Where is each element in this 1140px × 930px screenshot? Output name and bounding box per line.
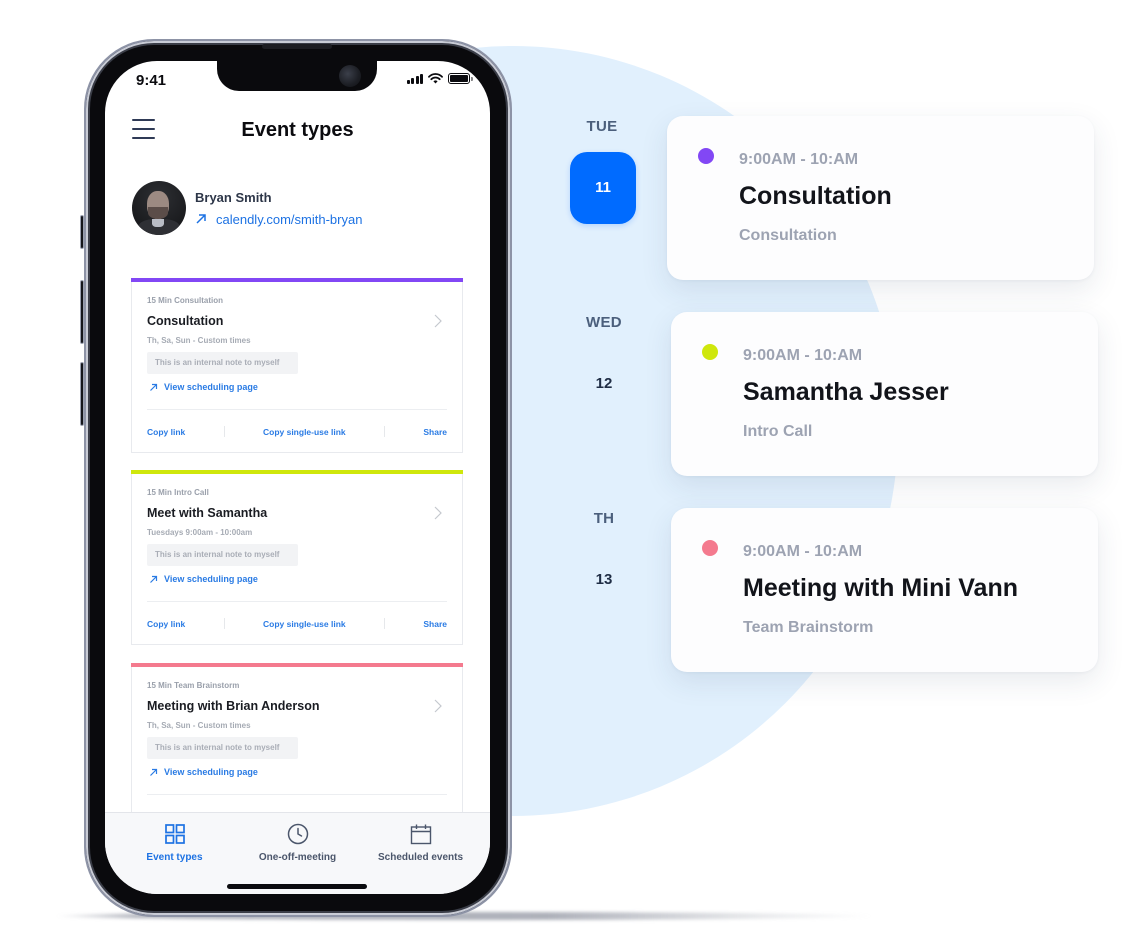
appointment-card[interactable]: 9:00AM - 10:AM Meeting with Mini Vann Te… bbox=[671, 508, 1098, 672]
event-schedule: Th, Sa, Sun - Custom times bbox=[147, 721, 251, 730]
chevron-right-icon[interactable] bbox=[434, 699, 442, 713]
day-weekday: TH bbox=[593, 510, 615, 527]
event-schedule: Tuesdays 9:00am - 10:00am bbox=[147, 528, 253, 537]
profile-name: Bryan Smith bbox=[195, 189, 272, 205]
event-title[interactable]: Meeting with Brian Anderson bbox=[147, 699, 319, 713]
event-color-bar bbox=[131, 470, 463, 474]
view-scheduling-page-text[interactable]: View scheduling page bbox=[164, 382, 258, 392]
front-camera bbox=[339, 65, 361, 87]
profile-link-text[interactable]: calendly.com/smith-bryan bbox=[216, 212, 362, 227]
divider bbox=[147, 409, 447, 410]
day-date-selected[interactable]: 11 bbox=[570, 152, 636, 224]
event-color-dot bbox=[702, 540, 718, 556]
separator bbox=[384, 618, 385, 629]
event-kicker: 15 Min Team Brainstorm bbox=[147, 681, 240, 690]
event-schedule: Th, Sa, Sun - Custom times bbox=[147, 336, 251, 345]
event-actions: Copy link Copy single-use link Share bbox=[147, 618, 447, 629]
chevron-right-icon[interactable] bbox=[434, 506, 442, 520]
appointment-card[interactable]: 9:00AM - 10:AM Consultation Consultation bbox=[667, 116, 1094, 280]
external-arrow-icon bbox=[150, 383, 158, 391]
event-color-dot bbox=[702, 344, 718, 360]
phone-screen: 9:41 Event types Bryan Smith calendly.co… bbox=[105, 61, 490, 894]
copy-single-use-link-button[interactable]: Copy single-use link bbox=[263, 427, 346, 437]
copy-link-button[interactable]: Copy link bbox=[147, 619, 185, 629]
external-arrow-icon bbox=[196, 214, 206, 224]
avatar bbox=[132, 181, 186, 235]
view-scheduling-page-text[interactable]: View scheduling page bbox=[164, 574, 258, 584]
appointment-title: Meeting with Mini Vann bbox=[743, 574, 1018, 602]
appointment-card[interactable]: 9:00AM - 10:AM Samantha Jesser Intro Cal… bbox=[671, 312, 1098, 476]
chevron-right-icon[interactable] bbox=[434, 314, 442, 328]
phone-notch bbox=[217, 61, 377, 91]
view-scheduling-page-link[interactable]: View scheduling page bbox=[149, 767, 258, 777]
profile-section: Bryan Smith calendly.com/smith-bryan bbox=[132, 181, 362, 235]
battery-icon bbox=[448, 73, 473, 84]
event-type-card[interactable]: 15 Min Consultation Consultation Th, Sa,… bbox=[131, 278, 463, 453]
grid-icon bbox=[164, 824, 185, 844]
view-scheduling-page-text[interactable]: View scheduling page bbox=[164, 767, 258, 777]
copy-link-button[interactable]: Copy link bbox=[147, 427, 185, 437]
appointment-type: Team Brainstorm bbox=[743, 619, 874, 636]
profile-link[interactable]: calendly.com/smith-bryan bbox=[195, 212, 362, 227]
wifi-icon bbox=[428, 73, 443, 84]
calendar-icon bbox=[410, 824, 431, 845]
share-button[interactable]: Share bbox=[423, 427, 447, 437]
separator bbox=[384, 426, 385, 437]
event-internal-note: This is an internal note to myself bbox=[147, 544, 298, 566]
tab-label: Event types bbox=[146, 852, 203, 863]
event-kicker: 15 Min Intro Call bbox=[147, 488, 209, 497]
external-arrow-icon bbox=[150, 768, 158, 776]
event-internal-note: This is an internal note to myself bbox=[147, 737, 298, 759]
tab-event-types[interactable]: Event types bbox=[120, 813, 230, 894]
day-date[interactable]: 13 bbox=[571, 544, 637, 616]
day-weekday: TUE bbox=[586, 118, 618, 135]
event-color-bar bbox=[131, 663, 463, 667]
home-indicator[interactable] bbox=[227, 884, 367, 889]
appointment-time: 9:00AM - 10:AM bbox=[739, 151, 859, 168]
tab-label: Scheduled events bbox=[377, 852, 464, 863]
clock-icon bbox=[287, 823, 308, 845]
day-date[interactable]: 12 bbox=[571, 348, 637, 420]
copy-single-use-link-button[interactable]: Copy single-use link bbox=[263, 619, 346, 629]
tab-scheduled-events[interactable]: Scheduled events bbox=[366, 813, 476, 894]
status-time: 9:41 bbox=[136, 72, 167, 89]
separator bbox=[223, 426, 225, 437]
view-scheduling-page-link[interactable]: View scheduling page bbox=[149, 382, 258, 392]
event-color-bar bbox=[131, 278, 463, 282]
share-button[interactable]: Share bbox=[423, 619, 447, 629]
appointment-type: Intro Call bbox=[743, 423, 813, 440]
event-type-card[interactable]: 15 Min Intro Call Meet with Samantha Tue… bbox=[131, 470, 463, 645]
event-color-dot bbox=[698, 148, 714, 164]
event-internal-note: This is an internal note to myself bbox=[147, 352, 298, 374]
event-kicker: 15 Min Consultation bbox=[147, 296, 223, 305]
separator bbox=[223, 618, 225, 629]
view-scheduling-page-link[interactable]: View scheduling page bbox=[149, 574, 258, 584]
appointment-time: 9:00AM - 10:AM bbox=[743, 347, 863, 364]
event-title[interactable]: Consultation bbox=[147, 314, 223, 328]
day-weekday: WED bbox=[586, 314, 622, 331]
cellular-signal-icon bbox=[406, 73, 423, 84]
tab-label: One-off-meeting bbox=[258, 852, 337, 863]
appointment-time: 9:00AM - 10:AM bbox=[743, 543, 863, 560]
divider bbox=[147, 794, 447, 795]
bottom-tab-bar: Event types One-off-meeting Scheduled ev… bbox=[105, 812, 490, 894]
divider bbox=[147, 601, 447, 602]
appointment-title: Samantha Jesser bbox=[743, 378, 949, 406]
status-icons bbox=[406, 73, 473, 84]
external-arrow-icon bbox=[150, 575, 158, 583]
phone-speaker bbox=[262, 44, 332, 49]
event-actions: Copy link Copy single-use link Share bbox=[147, 426, 447, 437]
event-title[interactable]: Meet with Samantha bbox=[147, 506, 267, 520]
tab-one-off-meeting[interactable]: One-off-meeting bbox=[243, 813, 353, 894]
page-title: Event types bbox=[241, 119, 354, 141]
appointment-title: Consultation bbox=[739, 182, 892, 210]
appointment-type: Consultation bbox=[739, 227, 837, 244]
